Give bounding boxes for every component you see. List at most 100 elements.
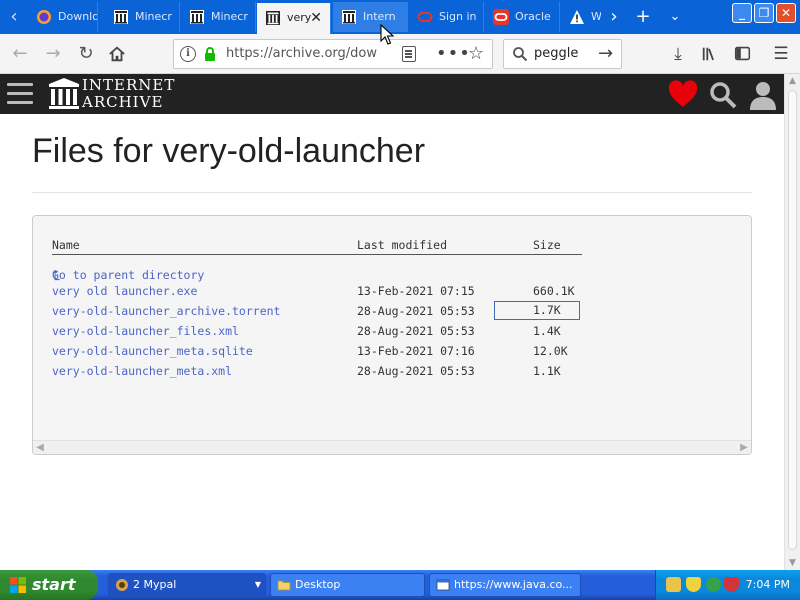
- file-modified: 28-Aug-2021 05:53: [357, 364, 475, 378]
- search-input[interactable]: peggle: [534, 40, 578, 68]
- tab-close-icon[interactable]: ✕: [310, 3, 322, 33]
- tab-downloads[interactable]: Downlo: [28, 2, 98, 32]
- tab-label: Minecr: [211, 10, 248, 23]
- restore-window-button[interactable]: ❐: [754, 3, 774, 23]
- file-size: 1.1K: [533, 364, 561, 378]
- file-link[interactable]: very-old-launcher_archive.torrent: [52, 304, 280, 318]
- tab-label: Intern: [363, 10, 396, 23]
- file-size: 12.0K: [533, 344, 568, 358]
- taskbar-item-label: 2 Mypal: [133, 578, 177, 591]
- site-name-line2: ARCHIVE: [82, 93, 164, 111]
- taskbar-item-java[interactable]: https://www.java.co...: [429, 573, 581, 597]
- start-button[interactable]: start: [0, 570, 98, 600]
- table-row: very old launcher.exe 13-Feb-2021 07:15 …: [52, 280, 582, 300]
- new-tab-button[interactable]: +: [630, 4, 656, 30]
- sidebar-toggle-icon[interactable]: [729, 41, 755, 67]
- tab-sign-in[interactable]: Sign in: [409, 2, 484, 32]
- column-header-modified[interactable]: Last modified: [357, 238, 447, 252]
- tab-warning[interactable]: W: [561, 2, 601, 32]
- file-modified: 13-Feb-2021 07:16: [357, 344, 475, 358]
- tab-minecraft-1[interactable]: Minecr: [105, 2, 180, 32]
- reload-button[interactable]: ↻: [73, 41, 99, 67]
- bookmark-star-icon[interactable]: ☆: [468, 40, 484, 68]
- page-actions-icon[interactable]: •••: [436, 40, 471, 68]
- scroll-right-arrow[interactable]: ▶: [737, 441, 751, 454]
- close-window-button[interactable]: ✕: [776, 3, 796, 23]
- tab-scroll-left-button[interactable]: ‹: [2, 4, 26, 30]
- tab-internet-archive[interactable]: Intern: [333, 2, 408, 32]
- internet-archive-logo[interactable]: [49, 78, 79, 110]
- windows-taskbar: start 2 Mypal ▼ Desktop https://www.java…: [0, 570, 800, 600]
- tray-antivirus-icon[interactable]: [724, 577, 739, 592]
- column-header-name[interactable]: Name: [52, 238, 80, 252]
- browser-window-icon: [436, 579, 450, 591]
- scroll-left-arrow[interactable]: ◀: [33, 441, 47, 454]
- search-go-icon[interactable]: →: [598, 40, 613, 68]
- navigation-toolbar: ← → ↻ i https://archive.org/dow ••• ☆ pe…: [0, 34, 800, 74]
- lock-icon[interactable]: [202, 46, 218, 62]
- downloads-icon[interactable]: ⤓: [665, 41, 691, 67]
- archive-icon: [190, 10, 204, 24]
- file-link[interactable]: very-old-launcher_meta.xml: [52, 364, 232, 378]
- back-button[interactable]: ←: [7, 41, 33, 67]
- donate-heart-icon[interactable]: [668, 80, 698, 110]
- file-modified: 28-Aug-2021 05:53: [357, 324, 475, 338]
- taskbar-item-desktop[interactable]: Desktop: [270, 573, 425, 597]
- taskbar-item-label: https://www.java.co...: [454, 578, 573, 591]
- address-bar[interactable]: i https://archive.org/dow ••• ☆: [173, 39, 493, 69]
- reader-view-icon[interactable]: [402, 46, 416, 62]
- table-row: very-old-launcher_meta.xml 28-Aug-2021 0…: [52, 360, 582, 380]
- archive-icon: [342, 10, 356, 24]
- column-header-size[interactable]: Size: [533, 238, 561, 252]
- search-icon: [513, 47, 528, 62]
- scrollbar-thumb[interactable]: [788, 90, 797, 550]
- scroll-up-arrow[interactable]: ▲: [785, 74, 800, 88]
- file-size-focused-cell: 1.7K: [494, 301, 580, 320]
- files-listing-box: Name Last modified Size ⮤ Go to parent di…: [32, 215, 752, 455]
- tab-minecraft-2[interactable]: Minecr: [181, 2, 256, 32]
- tab-strip: ‹ Downlo Minecr Minecr very ✕ Intern Sig…: [0, 0, 800, 34]
- user-account-icon[interactable]: [748, 80, 778, 110]
- file-link[interactable]: very old launcher.exe: [52, 284, 197, 298]
- vertical-scrollbar[interactable]: ▲ ▼: [784, 74, 800, 570]
- tab-oracle[interactable]: Oracle: [485, 2, 560, 32]
- tray-update-icon[interactable]: [706, 577, 721, 592]
- sidebar-icon: [734, 46, 750, 61]
- oracle-icon: [417, 12, 433, 22]
- minimize-window-button[interactable]: _: [732, 3, 752, 23]
- scroll-down-arrow[interactable]: ▼: [785, 556, 800, 570]
- table-row: very-old-launcher_meta.sqlite 13-Feb-202…: [52, 340, 582, 360]
- folder-icon: [277, 580, 291, 591]
- taskbar-item-mypal[interactable]: 2 Mypal ▼: [108, 573, 266, 597]
- site-name[interactable]: INTERNET ARCHIVE: [82, 77, 175, 111]
- hamburger-menu-icon[interactable]: [7, 83, 33, 105]
- home-button[interactable]: [104, 41, 130, 67]
- title-divider: [32, 192, 752, 193]
- site-header: INTERNET ARCHIVE: [0, 74, 784, 114]
- horizontal-scrollbar[interactable]: ◀ ▶: [33, 440, 751, 454]
- library-icon[interactable]: [697, 41, 723, 67]
- list-all-tabs-button[interactable]: ⌄: [662, 4, 688, 30]
- forward-button[interactable]: →: [40, 41, 66, 67]
- library-bars-icon: [702, 47, 714, 61]
- file-link[interactable]: very-old-launcher_meta.sqlite: [52, 344, 253, 358]
- group-caret-icon: ▼: [254, 580, 261, 589]
- menu-icon[interactable]: ☰: [768, 41, 794, 67]
- tray-network-icon[interactable]: [666, 577, 681, 592]
- taskbar-item-label: Desktop: [295, 578, 341, 591]
- search-bar[interactable]: peggle →: [503, 39, 622, 69]
- oracle-icon: [493, 9, 509, 25]
- file-link[interactable]: very-old-launcher_files.xml: [52, 324, 239, 338]
- address-text[interactable]: https://archive.org/dow: [226, 40, 391, 68]
- search-icon[interactable]: [708, 80, 738, 110]
- taskbar-clock[interactable]: 7:04 PM: [746, 570, 790, 600]
- tray-security-shield-icon[interactable]: [686, 577, 701, 592]
- page-content: Files for very-old-launcher Name Last mo…: [0, 114, 784, 570]
- tab-very-old-launcher[interactable]: very ✕: [257, 3, 331, 34]
- info-icon[interactable]: i: [180, 46, 196, 62]
- files-table: Name Last modified Size ⮤ Go to parent di…: [52, 236, 582, 380]
- tab-label: Downlo: [58, 10, 98, 23]
- file-modified: 28-Aug-2021 05:53: [357, 304, 475, 318]
- tab-label: Oracle: [515, 10, 551, 23]
- tab-scroll-right-button[interactable]: ›: [601, 4, 627, 30]
